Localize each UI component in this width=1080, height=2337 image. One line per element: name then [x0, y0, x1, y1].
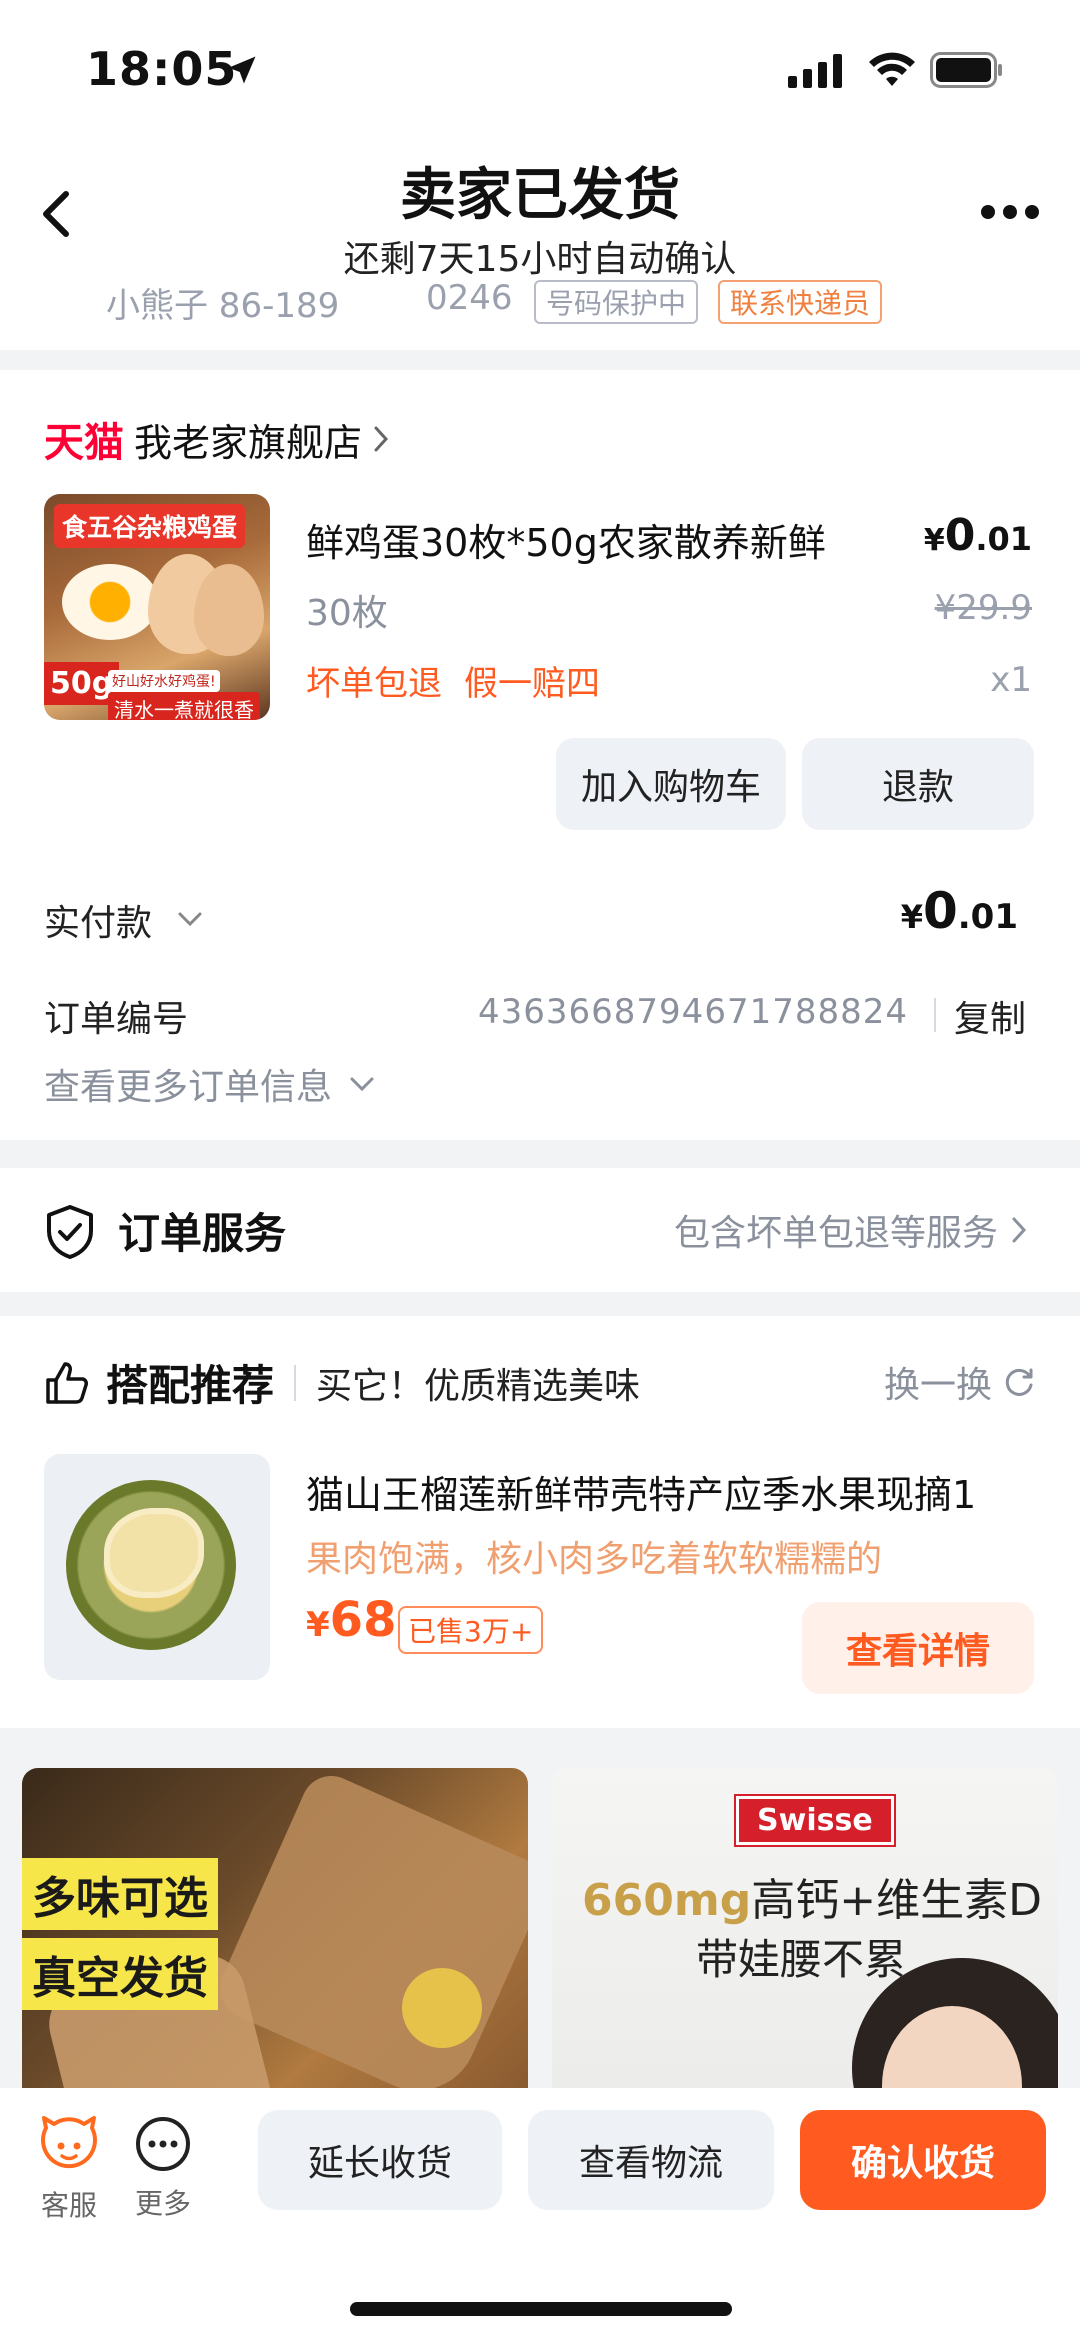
customer-service-tab[interactable]: 客服	[36, 2114, 102, 2224]
refund-button[interactable]: 退款	[802, 738, 1034, 830]
view-logistics-button[interactable]: 查看物流	[528, 2110, 774, 2210]
order-service-card[interactable]: 订单服务 包含坏单包退等服务	[0, 1168, 1080, 1292]
promo-subline: 带娃腰不累	[696, 1935, 907, 1984]
chevron-right-icon	[374, 426, 389, 452]
service-tag: 坏单包退	[306, 664, 442, 704]
order-service-title: 订单服务	[118, 1209, 287, 1258]
recommend-subtitle: 买它！优质精选美味	[316, 1365, 641, 1407]
yolk-illustration	[402, 1968, 482, 2048]
swap-label: 换一换	[883, 1365, 992, 1406]
status-bar: 18:05	[0, 0, 1080, 140]
bottom-action-bar: 客服 更多 延长收货 查看物流 确认收货	[0, 2088, 1080, 2337]
confirm-receipt-button[interactable]: 确认收货	[800, 2110, 1046, 2210]
promo-banner-swisse[interactable]: Swisse 660mg高钙+维生素D 带娃腰不累	[552, 1768, 1058, 2088]
battery-icon	[930, 52, 1002, 88]
view-details-button[interactable]: 查看详情	[802, 1602, 1034, 1694]
original-price: ¥29.9	[934, 588, 1032, 628]
product-quantity: x1	[990, 660, 1032, 700]
swisse-logo: Swisse	[734, 1794, 896, 1847]
order-number-value: 4363668794671788824	[478, 992, 909, 1032]
recommend-item-desc: 果肉饱满，核小肉多吃着软软糯糯的	[306, 1539, 883, 1580]
copy-order-number-button[interactable]: 复制	[954, 990, 1026, 1042]
order-number-label: 订单编号	[44, 999, 189, 1040]
auto-confirm-countdown: 还剩7天15小时自动确认	[343, 239, 737, 280]
courier-name: 小熊子 86-189	[106, 286, 340, 326]
swap-recommend-button[interactable]: 换一换	[884, 1356, 1036, 1408]
recommend-header: 搭配推荐 买它！优质精选美味 换一换	[44, 1352, 1036, 1413]
durian-product-image[interactable]	[44, 1454, 270, 1680]
paid-label: 实付款	[44, 903, 153, 944]
product-spec: 30枚	[306, 593, 388, 634]
promo-tag: 真空发货	[22, 1938, 218, 2010]
courier-info-row: 小熊子 86-189 0246 号码保护中 联系快递员	[106, 278, 883, 327]
divider	[934, 998, 936, 1032]
more-order-info-label: 查看更多订单信息	[44, 1067, 333, 1108]
promo-headline: 660mg高钙+维生素D	[582, 1875, 1042, 1926]
chevron-down-icon	[178, 912, 202, 927]
recommend-card: 搭配推荐 买它！优质精选美味 换一换 猫山王榴莲新鲜带壳特产应季水果现摘1 果肉…	[0, 1316, 1080, 1728]
service-tag: 假一赔四	[464, 664, 600, 704]
cellular-signal-icon	[788, 54, 842, 88]
more-label: 更多	[134, 2187, 191, 2220]
more-tab[interactable]: 更多	[130, 2114, 196, 2222]
chevron-down-icon	[350, 1077, 374, 1092]
contact-courier-link[interactable]: 联系快递员	[718, 280, 883, 324]
status-time: 18:05	[86, 42, 238, 96]
customer-service-label: 客服	[40, 2189, 97, 2222]
recommend-title: 搭配推荐	[106, 1361, 275, 1410]
product-image-tag: 食五谷杂粮鸡蛋	[54, 504, 246, 548]
tmall-logo: 天猫	[44, 420, 124, 466]
recommend-item-price: ¥68	[306, 1592, 397, 1648]
order-card: 天猫 我老家旗舰店 食五谷杂粮鸡蛋 50g 好山好水好鸡蛋! 清水一煮就很香 鲜…	[0, 370, 1080, 1140]
courier-phone-suffix: 0246	[426, 278, 513, 318]
sold-count-badge: 已售3万+	[398, 1606, 544, 1654]
promo-tag: 多味可选	[22, 1858, 218, 1930]
number-protect-badge: 号码保护中	[534, 280, 699, 324]
product-image[interactable]: 食五谷杂粮鸡蛋 50g 好山好水好鸡蛋! 清水一煮就很香	[44, 494, 270, 720]
more-options-icon[interactable]	[980, 204, 1040, 220]
customer-service-icon	[41, 2116, 97, 2169]
add-to-cart-button[interactable]: 加入购物车	[556, 738, 786, 830]
shop-name: 我老家旗舰店	[134, 420, 363, 465]
page-title: 卖家已发货	[400, 163, 680, 228]
location-arrow-icon	[228, 56, 256, 84]
nav-header: 卖家已发货 还剩7天15小时自动确认 小熊子 86-189 0246 号码保护中…	[0, 140, 1080, 350]
product-service-tags: 坏单包退 假一赔四	[306, 656, 600, 705]
thumbs-up-icon	[46, 1361, 88, 1404]
product-price: ¥0.01	[923, 510, 1032, 561]
recommend-item-name[interactable]: 猫山王榴莲新鲜带壳特产应季水果现摘1	[306, 1464, 976, 1519]
chevron-right-icon	[1012, 1217, 1027, 1243]
divider	[294, 1364, 297, 1401]
paid-amount: ¥0.01	[900, 882, 1018, 940]
wifi-icon	[869, 52, 915, 86]
egg-illustration	[194, 564, 264, 656]
promo-banner-zongzi[interactable]: 多味可选 真空发货	[22, 1768, 528, 2088]
refresh-icon	[1005, 1368, 1033, 1396]
order-service-desc-text: 包含坏单包退等服务	[673, 1213, 998, 1254]
shield-check-icon	[47, 1205, 93, 1259]
more-order-info-toggle[interactable]: 查看更多订单信息	[44, 1058, 376, 1110]
home-indicator	[350, 2302, 732, 2316]
product-image-caption: 清水一煮就很香	[108, 692, 260, 720]
more-dots-icon	[136, 2117, 190, 2171]
egg-yolk-illustration	[62, 564, 158, 640]
paid-amount-row[interactable]: 实付款 ¥0.01	[44, 882, 1036, 952]
durian-flesh-illustration	[104, 1508, 204, 1598]
order-service-desc: 包含坏单包退等服务	[674, 1204, 1028, 1256]
extend-receipt-button[interactable]: 延长收货	[258, 2110, 502, 2210]
shop-link[interactable]: 天猫 我老家旗舰店	[44, 410, 390, 468]
product-image-slogan: 好山好水好鸡蛋!	[108, 670, 220, 692]
product-title[interactable]: 鲜鸡蛋30枚*50g农家散养新鲜	[306, 512, 826, 567]
